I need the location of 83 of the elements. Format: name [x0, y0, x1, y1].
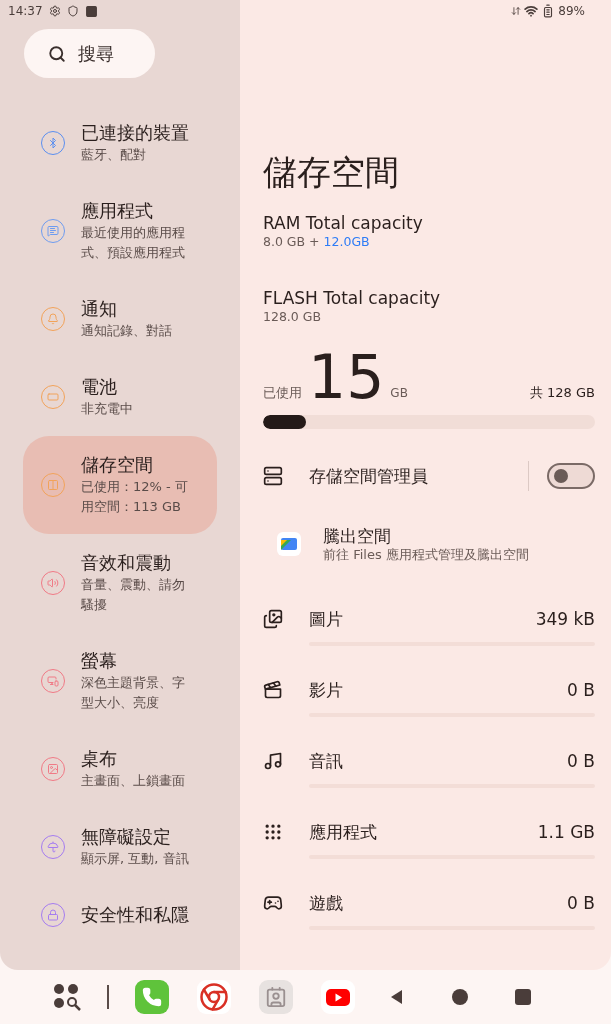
free-up-row[interactable]: 騰出空間 前往 Files 應用程式管理及騰出空間: [263, 525, 595, 563]
category-row[interactable]: 影片 0 B: [263, 678, 595, 749]
used-amount: 15: [308, 347, 385, 407]
sidebar-item[interactable]: 無障礙設定 顯示屏, 互動, 音訊: [23, 808, 217, 886]
sidebar-item[interactable]: 通知 通知記錄、對話: [23, 280, 217, 358]
category-name: 遊戲: [309, 892, 343, 915]
item-subtitle: 已使用：12% - 可用空間：113 GB: [81, 478, 189, 516]
category-size: 0 B: [567, 679, 595, 702]
item-subtitle: 主畫面、上鎖畫面: [81, 772, 186, 790]
item-title: 儲存空間: [81, 453, 154, 477]
category-row[interactable]: 音訊 0 B: [263, 749, 595, 820]
category-size: 0 B: [567, 892, 595, 915]
category-name: 圖片: [309, 608, 343, 631]
sidebar-item[interactable]: 已連接的裝置 藍牙、配對: [23, 104, 217, 182]
status-time: 14:37: [8, 4, 43, 18]
settings-icon: [48, 5, 61, 17]
flash-value: 128.0 GB: [263, 309, 323, 325]
photos-icon: [263, 609, 283, 629]
item-subtitle: 藍牙、配對: [81, 146, 147, 164]
category-size: 0 B: [567, 750, 595, 773]
battery-level: 89%: [558, 4, 585, 18]
page-title: 儲存空間: [263, 151, 400, 194]
item-subtitle: 顯示屏, 互動, 音訊: [81, 850, 190, 868]
data-icon: [511, 6, 522, 16]
item-title: 桌布: [81, 747, 118, 771]
manager-switch[interactable]: [547, 463, 595, 489]
item-title: 螢幕: [81, 649, 118, 673]
browser-app-icon[interactable]: [197, 980, 231, 1014]
wifi-icon: [524, 4, 539, 18]
clapperboard-icon: [263, 680, 283, 700]
sidebar-item[interactable]: 安全性和私隱: [23, 886, 217, 944]
item-subtitle: 非充電中: [81, 400, 134, 418]
category-row[interactable]: 應用程式 1.1 GB: [263, 820, 595, 891]
used-unit: GB: [390, 385, 408, 401]
item-title: 已連接的裝置: [81, 121, 190, 145]
free-up-title: 騰出空間: [323, 525, 392, 547]
search-field[interactable]: 搜尋: [24, 29, 155, 78]
item-title: 音效和震動: [81, 551, 172, 575]
manager-label: 存儲空間管理員: [309, 465, 428, 487]
sidebar-item[interactable]: 儲存空間 已使用：12% - 可用空間：113 GB: [23, 436, 217, 534]
sidebar-item[interactable]: 電池 非充電中: [23, 358, 217, 436]
search-placeholder: 搜尋: [78, 41, 114, 66]
ram-label: RAM Total capacity: [263, 212, 424, 234]
free-up-subtitle: 前往 Files 應用程式管理及騰出空間: [323, 547, 529, 563]
item-subtitle: 深色主題背景、字型大小、亮度: [81, 674, 186, 712]
item-subtitle: 音量、震動、請勿騷擾: [81, 576, 186, 614]
search-icon: [48, 44, 66, 63]
app-search-icon[interactable]: [53, 983, 81, 1011]
video-app-icon[interactable]: [321, 980, 355, 1014]
sidebar-item[interactable]: 螢幕 深色主題背景、字型大小、亮度: [23, 632, 217, 730]
recents-icon[interactable]: [515, 989, 531, 1005]
category-name: 影片: [309, 679, 343, 702]
files-app-icon: [277, 532, 301, 556]
item-title: 應用程式: [81, 199, 154, 223]
home-icon[interactable]: [451, 988, 469, 1006]
back-icon[interactable]: [389, 989, 405, 1005]
item-title: 電池: [81, 375, 118, 399]
ram-value: 8.0 GB +: [263, 234, 320, 250]
shield-icon: [66, 5, 79, 17]
sidebar-item[interactable]: 應用程式 最近使用的應用程式、預設應用程式: [23, 182, 217, 280]
item-title: 無障礙設定: [81, 825, 172, 849]
category-name: 應用程式: [309, 821, 377, 844]
category-row[interactable]: 圖片 349 kB: [263, 607, 595, 678]
category-size: 349 kB: [535, 608, 595, 631]
category-row[interactable]: 遊戲 0 B: [263, 891, 595, 962]
flash-label: FLASH Total capacity: [263, 287, 442, 309]
music-note-icon: [263, 751, 283, 771]
item-title: 通知: [81, 297, 118, 321]
notification-icon: [84, 4, 98, 18]
sidebar-item[interactable]: 音效和震動 音量、震動、請勿騷擾: [23, 534, 217, 632]
ram-extra: 12.0GB: [323, 234, 370, 250]
used-label: 已使用: [263, 385, 302, 401]
item-subtitle: 通知記錄、對話: [81, 322, 173, 340]
grid-icon: [263, 822, 283, 842]
item-subtitle: 最近使用的應用程式、預設應用程式: [81, 224, 186, 262]
item-title: 安全性和私隱: [81, 903, 189, 927]
category-name: 音訊: [309, 750, 343, 773]
category-size: 1.1 GB: [537, 821, 595, 844]
total-capacity: 共 128 GB: [529, 385, 595, 401]
sidebar-item[interactable]: 桌布 主畫面、上鎖畫面: [23, 730, 217, 808]
gamepad-icon: [263, 893, 283, 913]
contacts-app-icon[interactable]: [259, 980, 293, 1014]
storage-manager-icon: [263, 466, 283, 486]
